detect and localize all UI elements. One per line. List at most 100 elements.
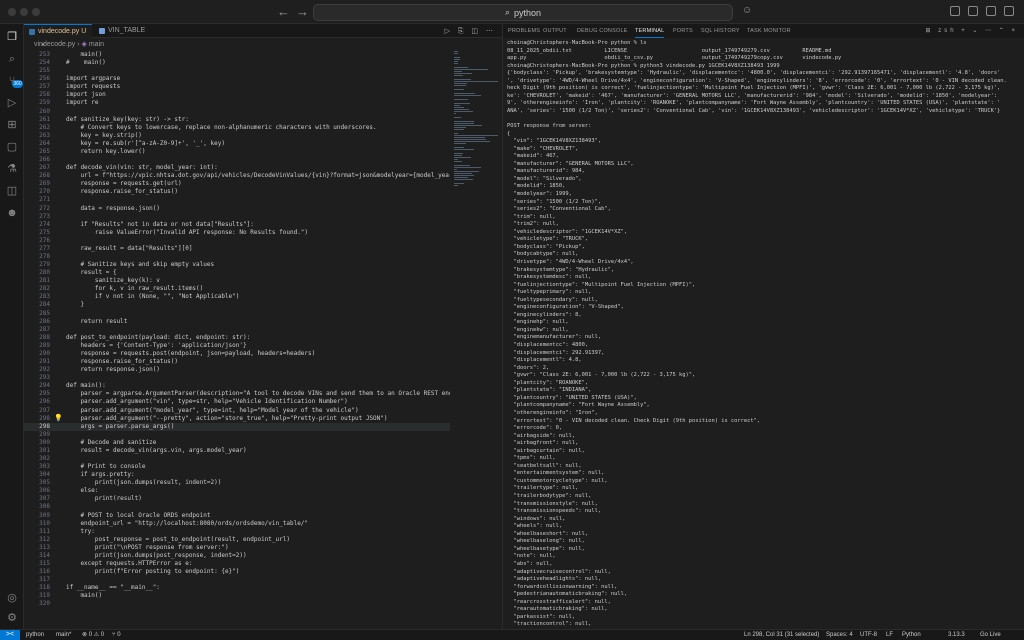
code-line[interactable]: 302 [24, 455, 450, 463]
code-line[interactable]: 295 parser = argparse.ArgumentParser(des… [24, 390, 450, 398]
code-line[interactable]: 255 [24, 67, 450, 75]
code-line[interactable]: 313 print("\nPOST response from server:"… [24, 544, 450, 552]
tab-sql-history[interactable]: SQL HISTORY [701, 24, 740, 38]
tab-task-monitor[interactable]: TASK MONITOR [747, 24, 791, 38]
customize-layout-icon[interactable] [1004, 6, 1014, 16]
code-line[interactable]: 270 response.raise_for_status() [24, 188, 450, 196]
line-ending[interactable]: LF [886, 630, 893, 640]
code-line[interactable]: 293 [24, 374, 450, 382]
code-line[interactable]: 312 post_response = post_to_endpoint(res… [24, 536, 450, 544]
code-line[interactable]: 262 # Convert keys to lowercase, replace… [24, 124, 450, 132]
breadcrumb-file[interactable]: vindecode.py [34, 41, 75, 48]
code-line[interactable]: 307 print(result) [24, 495, 450, 503]
code-line[interactable]: 311 try: [24, 528, 450, 536]
code-line[interactable]: 315 except requests.HTTPError as e: [24, 560, 450, 568]
code-editor[interactable]: 253 main() 254 # main() 255 256 import argpar… [24, 51, 450, 629]
code-line[interactable]: 287 [24, 326, 450, 334]
code-line[interactable]: 271 [24, 196, 450, 204]
ports-count[interactable]: ⑂ 0 [112, 630, 121, 640]
code-line[interactable]: 280 result = { [24, 269, 450, 277]
python-version[interactable]: 3.13.3 [948, 630, 965, 640]
code-line[interactable]: 297 parser.add_argument("model_year", ty… [24, 407, 450, 415]
breadcrumb-symbol[interactable]: main [89, 41, 104, 48]
code-line[interactable]: 299 [24, 431, 450, 439]
code-line[interactable]: 309 # POST to local Oracle ORDS endpoint [24, 512, 450, 520]
code-line[interactable]: 286 return result [24, 318, 450, 326]
encoding[interactable]: UTF-8 [860, 630, 877, 640]
code-line[interactable]: 284 } [24, 301, 450, 309]
code-line[interactable]: 272 data = response.json() [24, 205, 450, 213]
code-line[interactable]: 294 def main(): [24, 382, 450, 390]
zoom-window-button[interactable] [32, 8, 40, 16]
code-line[interactable]: 316 print(f"Error posting to endpoint: {… [24, 568, 450, 576]
terminal-output[interactable]: choina@Christophers-MacBook-Pro python %… [507, 40, 1022, 629]
code-line[interactable]: 296 parser.add_argument("vin", type=str,… [24, 398, 450, 406]
code-line[interactable]: 275 raise ValueError("Invalid API respon… [24, 229, 450, 237]
copilot-icon[interactable]: ☺ [742, 5, 752, 16]
folder-label[interactable]: python [26, 630, 44, 640]
editor-actions[interactable]: ▷ ⎘ ◫ ⋯ [445, 27, 496, 36]
code-line[interactable]: 301 result = decode_vin(args.vin, args.m… [24, 447, 450, 455]
run-debug-icon[interactable]: ▷ [5, 96, 19, 110]
code-line[interactable]: 318 if __name__ == "__main__": [24, 584, 450, 592]
code-line[interactable]: 263 key = key.strip() [24, 132, 450, 140]
code-line[interactable]: 308 [24, 503, 450, 511]
tab-output[interactable]: OUTPUT [543, 24, 567, 38]
code-line[interactable]: 292 return response.json() [24, 366, 450, 374]
code-line[interactable]: 264 key = re.sub(r'[^a-zA-Z0-9]+', '_', … [24, 140, 450, 148]
back-arrow-icon[interactable]: ← [277, 4, 290, 19]
code-line[interactable]: 288 def post_to_endpoint(payload: dict, e… [24, 334, 450, 342]
toggle-secondary-sidebar-icon[interactable] [986, 6, 996, 16]
code-line[interactable]: 319 main() [24, 592, 450, 600]
code-line[interactable]: 298 args = parser.parse_args() [24, 422, 450, 431]
lightbulb-icon[interactable]: 💡 [54, 414, 63, 422]
code-line[interactable]: 258 import json [24, 91, 450, 99]
minimize-window-button[interactable] [20, 8, 28, 16]
code-line[interactable]: 290 response = requests.post(endpoint, j… [24, 350, 450, 358]
panel-divider[interactable] [502, 24, 503, 629]
tab-terminal[interactable]: TERMINAL [635, 24, 665, 38]
code-line[interactable]: 289 headers = {'Content-Type': 'applicat… [24, 342, 450, 350]
code-line[interactable]: 278 [24, 253, 450, 261]
panel-actions[interactable]: ⊞ zsh + ⌄ ⋯ ⌃ × [926, 27, 1018, 34]
code-line[interactable]: 277 raw_result = data["Results"][0] [24, 245, 450, 253]
code-line[interactable]: 274 if "Results" not in data or not data… [24, 221, 450, 229]
minimap[interactable] [452, 51, 500, 629]
remote-explorer-icon[interactable]: ▢ [5, 140, 19, 154]
code-line[interactable]: 254 # main() [24, 59, 450, 67]
tab-problems[interactable]: PROBLEMS [508, 24, 540, 38]
code-line[interactable]: 269 response = requests.get(url) [24, 180, 450, 188]
toggle-sidebar-icon[interactable] [950, 6, 960, 16]
code-line[interactable]: 298 parser.add_argument("--pretty", acti… [24, 414, 450, 423]
code-line[interactable]: 300 # Decode and sanitize [24, 439, 450, 447]
code-line[interactable]: 303 # Print to console [24, 463, 450, 471]
code-line[interactable]: 257 import requests [24, 83, 450, 91]
problems-count[interactable]: ⊗ 0 ⚠ 0 [82, 630, 104, 640]
code-line[interactable]: 317 [24, 576, 450, 584]
code-line[interactable]: 285 [24, 310, 450, 318]
search-icon[interactable]: ⌕ [5, 52, 19, 66]
code-line[interactable]: 261 def sanitize_key(key: str) -> str: [24, 116, 450, 124]
code-line[interactable]: 267 def decode_vin(vin: str, model_year: … [24, 164, 450, 172]
toggle-panel-icon[interactable] [968, 6, 978, 16]
code-line[interactable]: 283 if v not in (None, "", "Not Applicab… [24, 293, 450, 301]
code-line[interactable]: 306 else: [24, 487, 450, 495]
code-line[interactable]: 320 [24, 600, 450, 608]
code-line[interactable]: 310 endpoint_url = "http://localhost:808… [24, 520, 450, 528]
account-icon[interactable]: ◎ [5, 591, 19, 605]
tab-vindecode[interactable]: vindecode.py U × [24, 24, 92, 49]
code-line[interactable]: 291 response.raise_for_status() [24, 358, 450, 366]
remote-indicator[interactable]: >< [0, 630, 20, 640]
code-line[interactable]: 281 sanitize_key(k): v [24, 277, 450, 285]
code-line[interactable]: 304 if args.pretty: [24, 471, 450, 479]
tab-vin-table[interactable]: VIN_TABLE [94, 24, 156, 38]
code-line[interactable]: 265 return key.lower() [24, 148, 450, 156]
command-center-search[interactable]: ⌕ python [313, 4, 733, 21]
extensions-icon[interactable]: ⊞ [5, 118, 19, 132]
code-line[interactable]: 273 [24, 213, 450, 221]
language-mode[interactable]: Python [902, 630, 921, 640]
explorer-icon[interactable]: ❐ [5, 30, 19, 44]
code-line[interactable]: 279 # Sanitize keys and skip empty value… [24, 261, 450, 269]
cursor-position[interactable]: Ln 298, Col 31 (31 selected) [744, 630, 819, 640]
code-line[interactable]: 266 [24, 156, 450, 164]
